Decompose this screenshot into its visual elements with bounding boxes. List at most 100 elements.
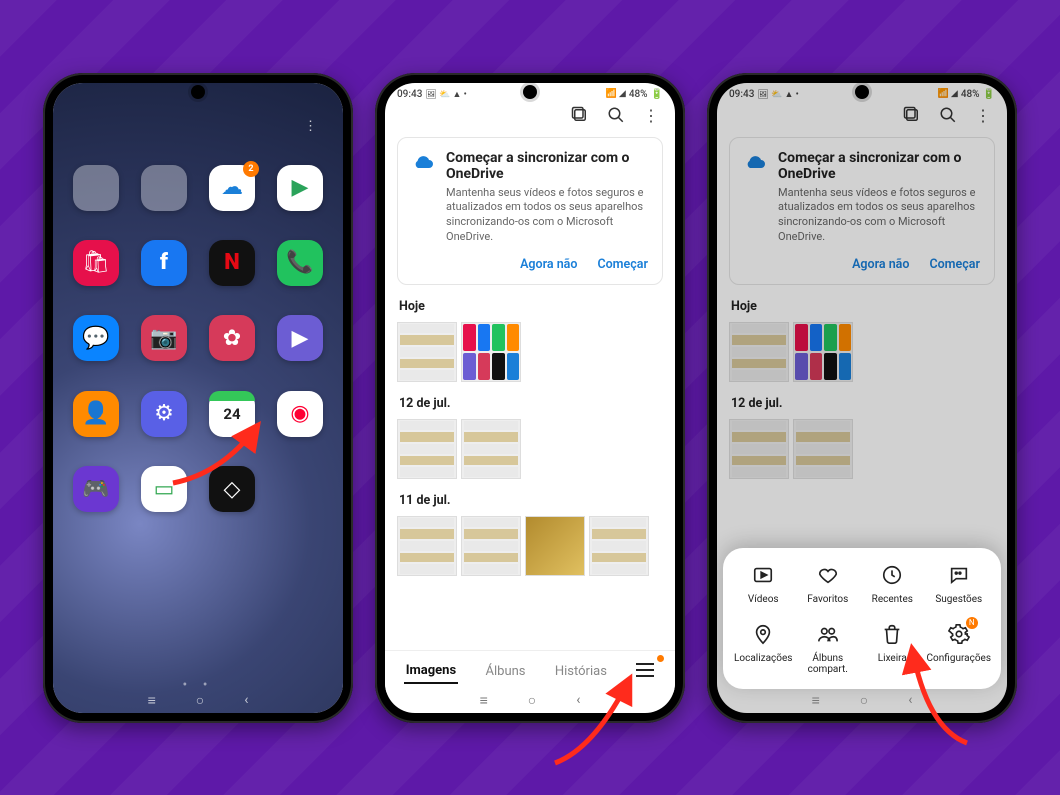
tab-images[interactable]: Imagens [404,659,458,684]
onedrive-card-title: Começar a sincronizar com o OneDrive [446,150,648,182]
gallery-date-header: 11 de jul. [385,489,675,512]
photo-thumbnail[interactable] [397,322,457,382]
gallery-app-icon: ✿ [209,315,255,361]
trash-option[interactable]: Lixeira [862,621,923,675]
itaucard-app-icon: ◇ [209,466,255,512]
gear-icon: N [946,621,972,647]
thumbnail-row [385,318,675,392]
contacts-app-icon: 👤 [73,391,119,437]
photo-thumbnail[interactable] [525,516,585,576]
google-tv-app-icon: ▭ [141,466,187,512]
onedrive-start-button[interactable]: Começar [597,257,648,272]
google-folder-icon [141,165,187,211]
settings-option[interactable]: N Configurações [927,621,991,675]
status-icons-left: 🖼 ⛅ ▲ • [425,89,466,100]
notification-badge: 2 [243,161,259,177]
suggestions-option-label: Sugestões [935,594,982,605]
battery-text: 48% [629,89,648,100]
gallery-bottom-tabs: Imagens Álbuns Histórias [385,650,675,693]
gallery-date-header: 12 de jul. [385,392,675,415]
calendar-app-icon: 24 [209,391,255,437]
videos-option[interactable]: Vídeos [733,562,794,605]
camera-punch [191,85,205,99]
more-icon[interactable]: ⋮ [643,106,659,125]
more-icon[interactable]: ⋮ [304,119,317,134]
gallery-topbar: ⋮ [385,102,675,133]
phone-2-screen: 09:43 🖼 ⛅ ▲ • 📶 ◢ 48% 🔋 ⋮ Começa [385,83,675,713]
recents-nav[interactable]: ≡ [480,692,488,709]
locations-option[interactable]: Localizações [733,621,794,675]
status-time: 09:43 [397,89,422,100]
shared-albums-option-label: Álbuns compart. [798,653,859,675]
phone-app-icon: 📞 [277,240,323,286]
camera-app-icon: 📷 [141,315,187,361]
photo-thumbnail[interactable] [397,419,457,479]
search-icon[interactable] [607,106,625,125]
back-nav[interactable]: ‹ [244,692,248,709]
photo-thumbnail[interactable] [397,516,457,576]
facebook-app-icon: f [141,240,187,286]
tab-albums[interactable]: Álbuns [484,660,528,683]
tab-menu[interactable] [634,659,656,685]
samsung-folder-icon [73,165,119,211]
galaxy-store-app-icon: 🛍 [73,240,119,286]
photo-thumbnail[interactable] [461,419,521,479]
favorites-option[interactable]: Favoritos [798,562,859,605]
group-icon [815,621,841,647]
phone-2-frame: 09:43 🖼 ⛅ ▲ • 📶 ◢ 48% 🔋 ⋮ Começa [375,73,685,723]
settings-app-icon: ⚙ [141,391,187,437]
trash-option-label: Lixeira [878,653,907,664]
thumbnail-row [385,415,675,489]
onedrive-sync-card: Começar a sincronizar com o OneDrive Man… [397,137,663,285]
suggestions-option[interactable]: Sugestões [927,562,991,605]
chat-icon [946,562,972,588]
home-nav[interactable]: ○ [860,692,868,709]
onedrive-icon [412,150,436,174]
gallery-date-header: Hoje [385,295,675,318]
photo-thumbnail[interactable] [461,516,521,576]
gallery-sections: Hoje 12 de jul. 11 de jul. [385,295,675,586]
android-nav-bar: ≡ ○ ‹ [385,692,675,709]
onedrive-card-text: Mantenha seus vídeos e fotos seguros e a… [446,186,648,245]
recents-nav[interactable]: ≡ [812,692,820,709]
new-badge: N [966,617,978,629]
thumbnail-row [385,512,675,586]
android-nav-bar: ≡ ○ ‹ [53,692,343,709]
videos-option-label: Vídeos [748,594,779,605]
home-nav[interactable]: ○ [196,692,204,709]
page-indicator: • • [53,677,343,693]
photo-thumbnail[interactable] [461,322,521,382]
phone-3-screen: 09:43 🖼 ⛅ ▲ • 📶 ◢ 48% 🔋 ⋮ Começa [717,83,1007,713]
notification-dot [657,655,664,662]
recents-option[interactable]: Recentes [862,562,923,605]
favorites-option-label: Favoritos [807,594,848,605]
trash-icon [879,621,905,647]
back-nav[interactable]: ‹ [576,692,580,709]
back-nav[interactable]: ‹ [908,692,912,709]
status-icons-right: 📶 ◢ [605,89,625,99]
camera-punch [523,85,537,99]
netflix-app-icon: N [209,240,255,286]
recents-nav[interactable]: ≡ [148,692,156,709]
locations-option-label: Localizações [734,653,792,664]
game-launcher-app-icon: 🎮 [73,466,119,512]
onedrive-not-now-button[interactable]: Agora não [520,257,577,272]
bottom-sheet: Vídeos Favoritos Recentes Sugestões Localiza… [723,548,1001,689]
android-nav-bar: ≡ ○ ‹ [717,692,1007,709]
pin-icon [750,621,776,647]
yt-music-app-icon: ◉ [277,391,323,437]
play-store-app-icon: ▶ [277,165,323,211]
tab-stories[interactable]: Histórias [553,660,609,683]
battery-icon: 🔋 [651,89,663,100]
video-icon [750,562,776,588]
settings-option-label: Configurações [927,653,991,664]
messages-app-icon: 💬 [73,315,119,361]
select-icon[interactable] [571,106,589,125]
home-nav[interactable]: ○ [528,692,536,709]
phone-1-frame: 09:41 ⛅ ▲ 🔒 🖼 📶 ◢ 48% 🔋 Pesquisar ⋮ Sams… [43,73,353,723]
photo-thumbnail[interactable] [589,516,649,576]
phone-3-frame: 09:43 🖼 ⛅ ▲ • 📶 ◢ 48% 🔋 ⋮ Começa [707,73,1017,723]
clock-app-icon: ▶ [277,315,323,361]
phone-1-screen: 09:41 ⛅ ▲ 🔒 🖼 📶 ◢ 48% 🔋 Pesquisar ⋮ Sams… [53,83,343,713]
shared-albums-option[interactable]: Álbuns compart. [798,621,859,675]
